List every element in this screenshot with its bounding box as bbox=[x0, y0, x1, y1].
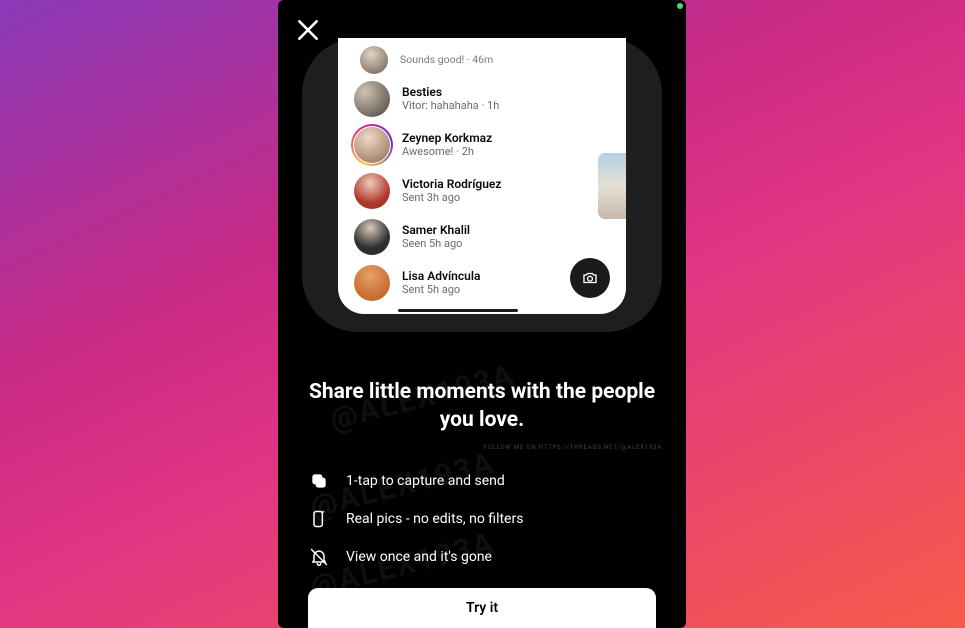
chat-row[interactable]: Zeynep KorkmazAwesome! · 2h bbox=[338, 122, 626, 168]
avatar bbox=[354, 127, 390, 163]
feature-item: 1-tap to capture and send bbox=[308, 462, 656, 500]
feature-text: 1-tap to capture and send bbox=[346, 473, 505, 489]
feature-item: View once and it's gone bbox=[308, 538, 656, 576]
chat-subtext: Sent 5h ago bbox=[402, 284, 480, 297]
scroll-indicator bbox=[398, 309, 518, 312]
preview-stage: Sounds good! · 46m BestiesVitor: hahahah… bbox=[302, 38, 662, 332]
stack-icon bbox=[308, 470, 330, 492]
chat-row[interactable]: Samer KhalilSeen 5h ago bbox=[338, 214, 626, 260]
side-preview-image bbox=[595, 150, 626, 222]
watermark-follow-line: FOLLOW ME ON HTTPS://THREADS.NET/@ALEX19… bbox=[484, 444, 662, 451]
avatar bbox=[354, 219, 390, 255]
page-background: Sounds good! · 46m BestiesVitor: hahahah… bbox=[0, 0, 965, 628]
phone-modal: Sounds good! · 46m BestiesVitor: hahahah… bbox=[278, 0, 686, 628]
chat-name: Besties bbox=[402, 86, 499, 100]
capture-button[interactable] bbox=[570, 258, 610, 298]
try-it-label: Try it bbox=[466, 600, 498, 616]
phone-sparkle-icon bbox=[308, 508, 330, 530]
avatar bbox=[354, 265, 390, 301]
feature-item: Real pics - no edits, no filters bbox=[308, 500, 656, 538]
close-icon bbox=[295, 17, 321, 43]
chat-name: Lisa Advíncula bbox=[402, 270, 480, 284]
avatar bbox=[354, 173, 390, 209]
chat-subtext: Sounds good! · 46m bbox=[400, 54, 493, 66]
try-it-button[interactable]: Try it bbox=[308, 588, 656, 628]
feature-list: 1-tap to capture and send Real pics - no… bbox=[308, 462, 656, 576]
dm-preview-card: Sounds good! · 46m BestiesVitor: hahahah… bbox=[338, 38, 626, 314]
chat-row-truncated: Sounds good! · 46m bbox=[338, 46, 626, 76]
chat-name: Samer Khalil bbox=[402, 224, 470, 238]
feature-text: View once and it's gone bbox=[346, 549, 492, 565]
feature-text: Real pics - no edits, no filters bbox=[346, 511, 523, 527]
chat-name: Zeynep Korkmaz bbox=[402, 132, 492, 146]
avatar bbox=[360, 46, 388, 74]
chat-row[interactable]: BestiesVitor: hahahaha · 1h bbox=[338, 76, 626, 122]
avatar bbox=[354, 81, 390, 117]
chat-row[interactable]: Victoria RodríguezSent 3h ago bbox=[338, 168, 626, 214]
chat-subtext: Seen 5h ago bbox=[402, 238, 470, 251]
chat-subtext: Awesome! · 2h bbox=[402, 146, 492, 159]
headline: Share little moments with the people you… bbox=[304, 378, 660, 435]
chat-subtext: Vitor: hahahaha · 1h bbox=[402, 100, 499, 113]
status-dot bbox=[677, 3, 683, 9]
bell-off-icon bbox=[308, 546, 330, 568]
camera-icon bbox=[581, 269, 599, 287]
chat-subtext: Sent 3h ago bbox=[402, 192, 501, 205]
chat-name: Victoria Rodríguez bbox=[402, 178, 501, 192]
close-button[interactable] bbox=[290, 12, 326, 48]
